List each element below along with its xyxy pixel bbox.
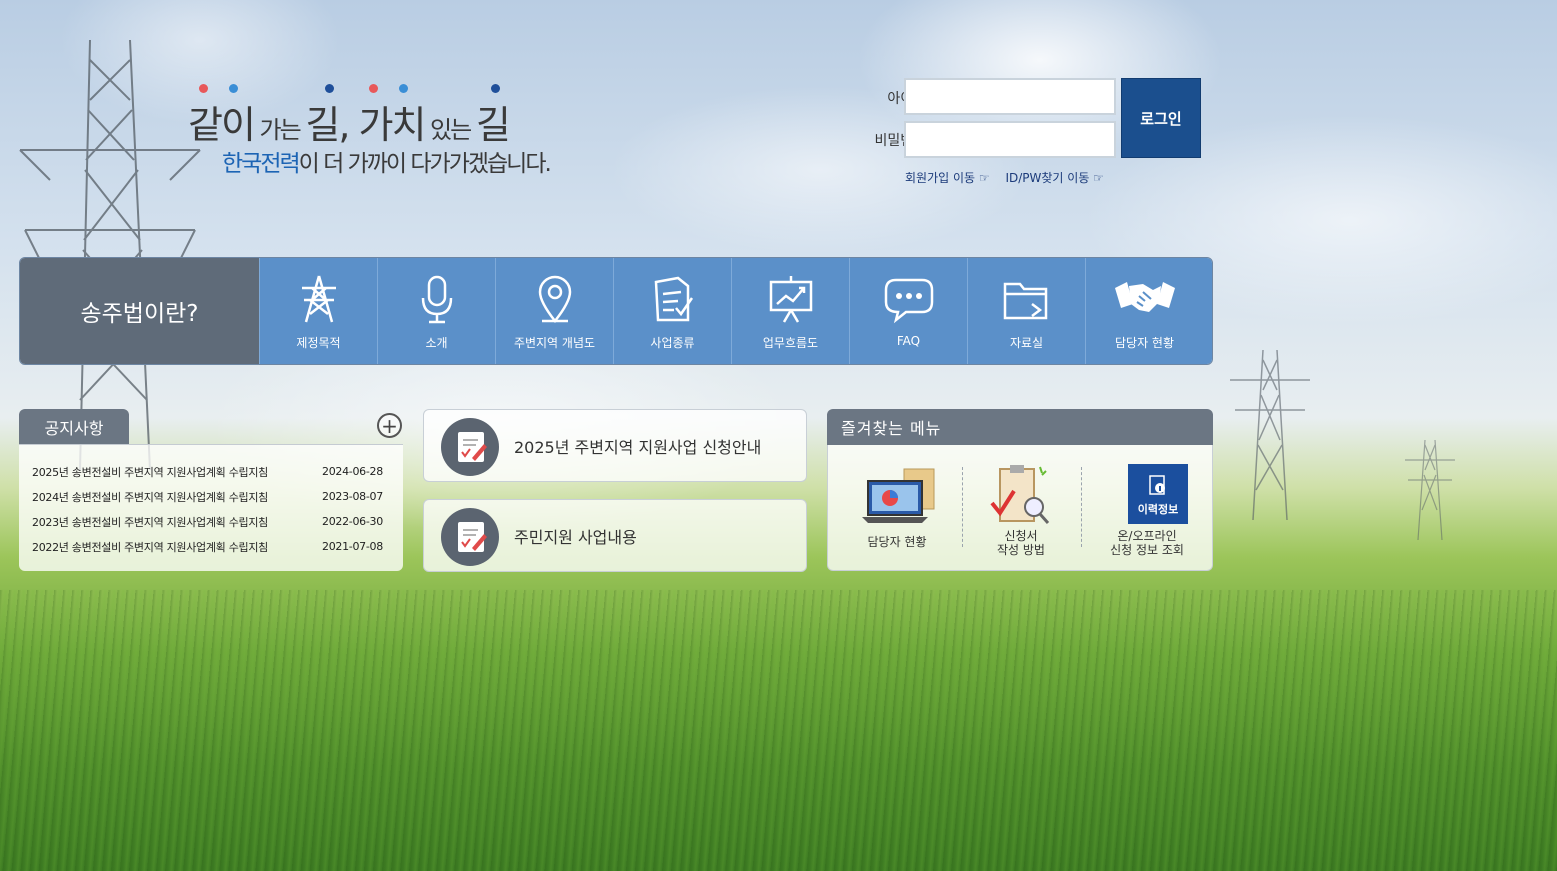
favorite-label: 작성 방법 (997, 543, 1045, 557)
favorite-staff[interactable]: 담당자 현황 (834, 445, 960, 571)
menu-item-area-map[interactable]: 주변지역 개념도 (495, 258, 613, 364)
favorite-label: 온/오프라인 (1117, 529, 1177, 543)
document-pen-icon (441, 508, 499, 566)
menu-label: 담당자 현황 (1114, 336, 1174, 350)
menu-item-intro[interactable]: 소개 (377, 258, 495, 364)
notice-row[interactable]: 2023년 송변전설비 주변지역 지원사업계획 수립지침 2022-06-30 (32, 509, 403, 534)
menu-item-workflow[interactable]: 업무흐름도 (731, 258, 849, 364)
notice-row-title[interactable]: 2022년 송변전설비 주변지역 지원사업계획 수립지침 (32, 539, 322, 555)
slogan-dot (369, 84, 378, 93)
signup-link[interactable]: 회원가입 이동 ☞ (905, 171, 990, 185)
power-tower-right2-icon (1405, 440, 1455, 540)
notice-row-title[interactable]: 2025년 송변전설비 주변지역 지원사업계획 수립지침 (32, 464, 322, 480)
notice-list: 2025년 송변전설비 주변지역 지원사업계획 수립지침 2024-06-28 2… (19, 444, 403, 571)
slogan-subline: 한국전력이 더 가까이 다가가겠습니다. (222, 144, 552, 178)
slogan-part: 있는 (424, 116, 476, 144)
power-tower-left-icon (19, 40, 201, 470)
id-input[interactable] (904, 78, 1116, 115)
menu-label: 업무흐름도 (762, 336, 819, 350)
clipboard-magnifier-icon (990, 465, 1050, 524)
more-plus-icon[interactable]: + (377, 413, 402, 438)
brand-name: 한국전력 (222, 151, 301, 177)
menu-item-purpose[interactable]: 제정목적 (259, 258, 377, 364)
favorites-title: 즐겨찾는 메뉴 (827, 409, 1213, 445)
menu-item-faq[interactable]: FAQ (849, 258, 967, 364)
slogan-part: 가는 (253, 116, 306, 144)
menu-label: FAQ (896, 334, 921, 348)
quick-link-label: 2025년 주변지역 지원사업 신청안내 (514, 437, 762, 457)
slogan-subline-text: 이 더 가까이 다가가겠습니다. (298, 151, 552, 177)
favorite-application-info[interactable]: 이력정보 온/오프라인 신청 정보 조회 (1084, 445, 1210, 571)
menu-label: 주변지역 개념도 (513, 336, 596, 350)
notice-row[interactable]: 2025년 송변전설비 주변지역 지원사업계획 수립지침 2024-06-28 (32, 459, 403, 484)
quick-link-label: 주민지원 사업내용 (514, 527, 637, 547)
chat-bubble-icon (884, 278, 934, 324)
menu-label: 자료실 (1009, 336, 1044, 350)
login-links: 회원가입 이동 ☞ ID/PW찾기 이동 ☞ (905, 169, 1116, 186)
favorite-label: 신청 정보 조회 (1110, 543, 1184, 557)
menu-item-archive[interactable]: 자료실 (967, 258, 1085, 364)
login-form: 아이디 비밀번호 로그인 회원가입 이동 ☞ ID/PW찾기 이동 ☞ (830, 78, 1202, 188)
quick-link-application-guide[interactable]: 2025년 주변지역 지원사업 신청안내 (423, 409, 807, 482)
quick-link-resident-support[interactable]: 주민지원 사업내용 (423, 499, 807, 572)
notice-row-date: 2021-07-08 (322, 540, 383, 553)
notice-row-title[interactable]: 2024년 송변전설비 주변지역 지원사업계획 수립지침 (32, 489, 322, 505)
notice-row[interactable]: 2024년 송변전설비 주변지역 지원사업계획 수립지침 2023-08-07 (32, 484, 403, 509)
document-pen-icon (441, 418, 499, 476)
login-button[interactable]: 로그인 (1121, 78, 1201, 158)
map-pin-icon (538, 275, 572, 324)
menu-item-business-types[interactable]: 사업종류 (613, 258, 731, 364)
handshake-icon (1115, 282, 1175, 312)
favorite-application-form[interactable]: 신청서 작성 방법 (958, 445, 1084, 571)
power-tower-icon (302, 275, 336, 323)
main-menu-bar: 송주법이란? 제정목적 소개 주변지역 개념도 사업종류 업무흐름도 FAQ 자… (19, 257, 1213, 365)
slogan-headline: 같이 가는 길, 가치 있는 길 (188, 94, 511, 149)
slogan-dot (325, 84, 334, 93)
slogan-dot (491, 84, 500, 93)
info-badge-icon: 이력정보 (1128, 464, 1188, 524)
document-check-icon (654, 276, 694, 322)
favorite-divider (1081, 467, 1082, 547)
favorite-label: 신청서 (1004, 529, 1038, 543)
slogan-part: 길 (475, 103, 511, 147)
slogan-part: , (338, 103, 359, 147)
menu-title[interactable]: 송주법이란? (20, 258, 259, 364)
menu-label: 제정목적 (296, 336, 341, 350)
menu-label: 소개 (425, 336, 448, 350)
notice-row-date: 2023-08-07 (322, 490, 383, 503)
slogan-dot (399, 84, 408, 93)
find-id-pw-link[interactable]: ID/PW찾기 이동 ☞ (1005, 171, 1103, 185)
notice-row-title[interactable]: 2023년 송변전설비 주변지역 지원사업계획 수립지침 (32, 514, 322, 530)
badge-text: 이력정보 (1137, 503, 1179, 516)
power-tower-right-icon (1230, 350, 1310, 520)
favorite-label: 담당자 현황 (867, 535, 927, 549)
notice-title: 공지사항 (19, 409, 129, 445)
menu-label: 사업종류 (650, 336, 695, 350)
password-input[interactable] (904, 121, 1116, 158)
notice-row-date: 2022-06-30 (322, 515, 383, 528)
favorites-panel: 즐겨찾는 메뉴 담당자 현황 신청서 작성 방법 이력정보 온/오프라인 신청 … (827, 409, 1213, 571)
notice-panel: 공지사항 + 2025년 송변전설비 주변지역 지원사업계획 수립지침 2024-… (19, 409, 403, 571)
presentation-chart-icon (769, 276, 813, 323)
menu-item-staff[interactable]: 담당자 현황 (1085, 258, 1203, 364)
favorites-body: 담당자 현황 신청서 작성 방법 이력정보 온/오프라인 신청 정보 조회 (827, 445, 1213, 571)
slogan-part: 길 (305, 103, 340, 147)
menu-items: 제정목적 소개 주변지역 개념도 사업종류 업무흐름도 FAQ 자료실 담당자 (259, 258, 1212, 364)
slogan-dot (199, 84, 208, 93)
folder-icon (1003, 282, 1048, 320)
grass-background (0, 590, 1557, 871)
notice-row-date: 2024-06-28 (322, 465, 383, 478)
microphone-icon (421, 275, 453, 324)
slogan-part: 같이 (188, 103, 256, 147)
slogan-part: 가치 (358, 103, 426, 147)
notice-row[interactable]: 2022년 송변전설비 주변지역 지원사업계획 수립지침 2021-07-08 (32, 534, 403, 559)
slogan-dot (229, 84, 238, 93)
laptop-chart-icon (862, 468, 935, 523)
